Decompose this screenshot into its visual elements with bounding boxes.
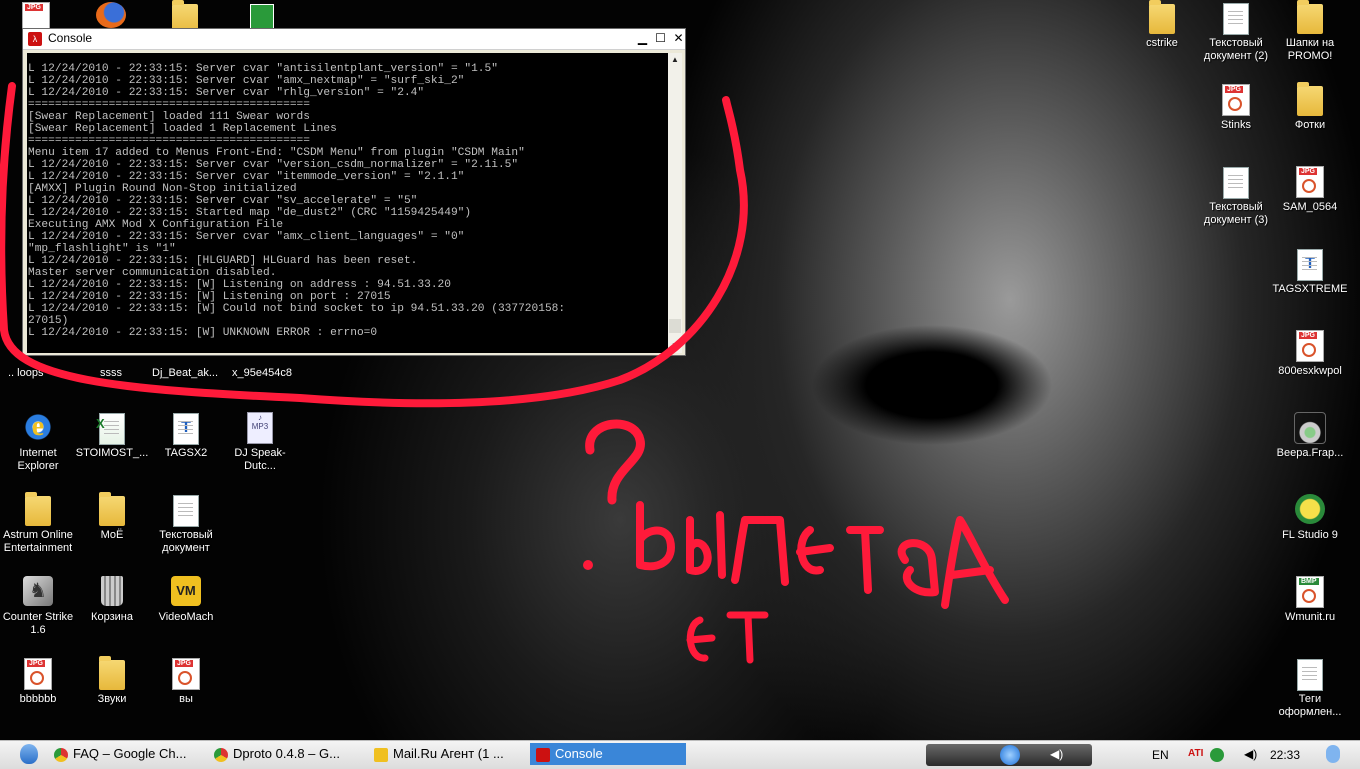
media-player-toolbar[interactable]: ◀) [926,744,1092,766]
mail-agent-icon [374,747,388,762]
question-mark-dot [583,560,593,570]
sidebar-tray-icon[interactable] [1326,745,1340,763]
chrome-icon [214,747,228,762]
taskbar-button-faq[interactable]: FAQ – Google Ch... [54,743,204,765]
taskbar-button-mail-agent[interactable]: Mail.Ru Агент (1 ... [374,743,524,765]
question-mark-stroke [585,419,645,505]
handwriting-stroke-2 [686,611,769,664]
volume-tray-icon[interactable]: ◀) [1244,747,1257,761]
volume-icon[interactable]: ◀) [1050,747,1063,761]
tray-status-icon[interactable] [1210,748,1224,762]
handwriting-stroke [636,501,1009,609]
chrome-icon [54,747,68,762]
apple-start-icon[interactable] [20,744,38,764]
red-outline-stroke [0,82,748,408]
taskbar-button-dproto[interactable]: Dproto 0.4.8 – G... [214,743,366,765]
clock[interactable]: 22:33 [1270,748,1300,762]
play-icon[interactable] [1000,745,1020,765]
taskbar-button-console[interactable]: Console [530,743,686,765]
taskbar: FAQ – Google Ch... Dproto 0.4.8 – G... M… [0,740,1360,769]
ati-tray-icon[interactable]: ATI [1188,748,1203,759]
red-annotation [0,82,1009,664]
half-life-icon [536,747,550,762]
language-indicator[interactable]: EN [1152,748,1169,762]
